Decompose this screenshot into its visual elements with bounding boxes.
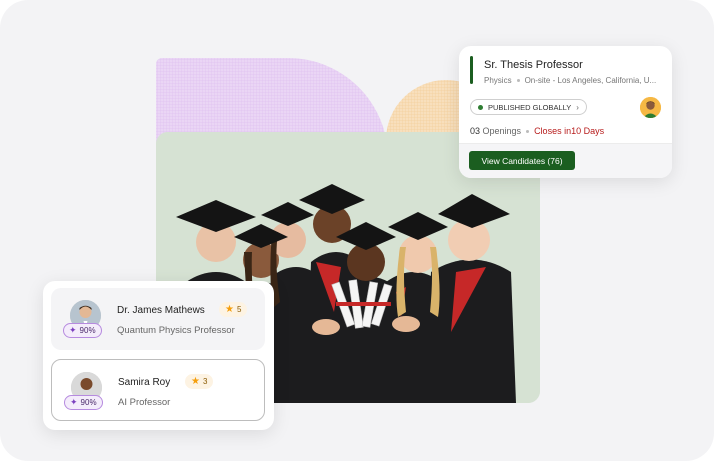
rating-value: 3 [202, 377, 208, 386]
status-badge[interactable]: PUBLISHED GLOBALLY › [470, 99, 587, 115]
avatar-illustration [640, 97, 661, 118]
star-icon: ★ [225, 304, 234, 315]
separator-dot [526, 130, 530, 134]
candidates-card: ✦ 90% Dr. James Mathews ★ 5 Quantum Phys… [43, 281, 274, 430]
job-accent-bar [470, 56, 473, 84]
match-score: 90% [79, 326, 96, 335]
candidate-item[interactable]: ✦ 90% Dr. James Mathews ★ 5 Quantum Phys… [51, 288, 265, 350]
openings-count: 03 [470, 126, 481, 136]
sparkle-icon: ✦ [69, 325, 77, 335]
separator-dot [516, 79, 520, 83]
candidate-name: Samira Roy [118, 377, 171, 388]
rating-value: 5 [236, 305, 242, 314]
view-candidates-button[interactable]: View Candidates (76) [469, 151, 575, 170]
closing-deadline: Closes in10 Days [534, 126, 605, 136]
match-score: 90% [80, 398, 97, 407]
openings-label: Openings [482, 126, 522, 136]
star-icon: ★ [191, 376, 200, 387]
job-card: Sr. Thesis Professor Physics On-site - Lo… [459, 46, 672, 178]
openings-line: 03 Openings Closes in10 Days [470, 126, 604, 136]
candidate-name: Dr. James Mathews [117, 305, 205, 316]
job-department: Physics [484, 76, 512, 85]
match-score-badge: ✦ 90% [63, 323, 102, 338]
rating-badge: ★ 5 [219, 302, 248, 317]
candidate-item[interactable]: ✦ 90% Samira Roy ★ 3 AI Professor [51, 359, 265, 421]
match-score-badge: ✦ 90% [64, 395, 103, 410]
rating-badge: ★ 3 [185, 374, 214, 389]
recruiter-avatar[interactable] [640, 97, 661, 118]
candidate-role: Quantum Physics Professor [117, 325, 235, 336]
job-location-separator: - [552, 76, 556, 85]
job-title: Sr. Thesis Professor [484, 59, 583, 71]
job-meta: Physics On-site - Los Angeles, California… [484, 76, 664, 85]
job-work-mode: On-site [524, 76, 551, 85]
sparkle-icon: ✦ [70, 397, 78, 407]
candidate-role: AI Professor [118, 397, 171, 408]
status-dot-icon [478, 104, 483, 110]
job-location: Los Angeles, California, U... [557, 76, 657, 85]
chevron-right-icon: › [576, 102, 579, 112]
status-label: PUBLISHED GLOBALLY [488, 102, 572, 112]
